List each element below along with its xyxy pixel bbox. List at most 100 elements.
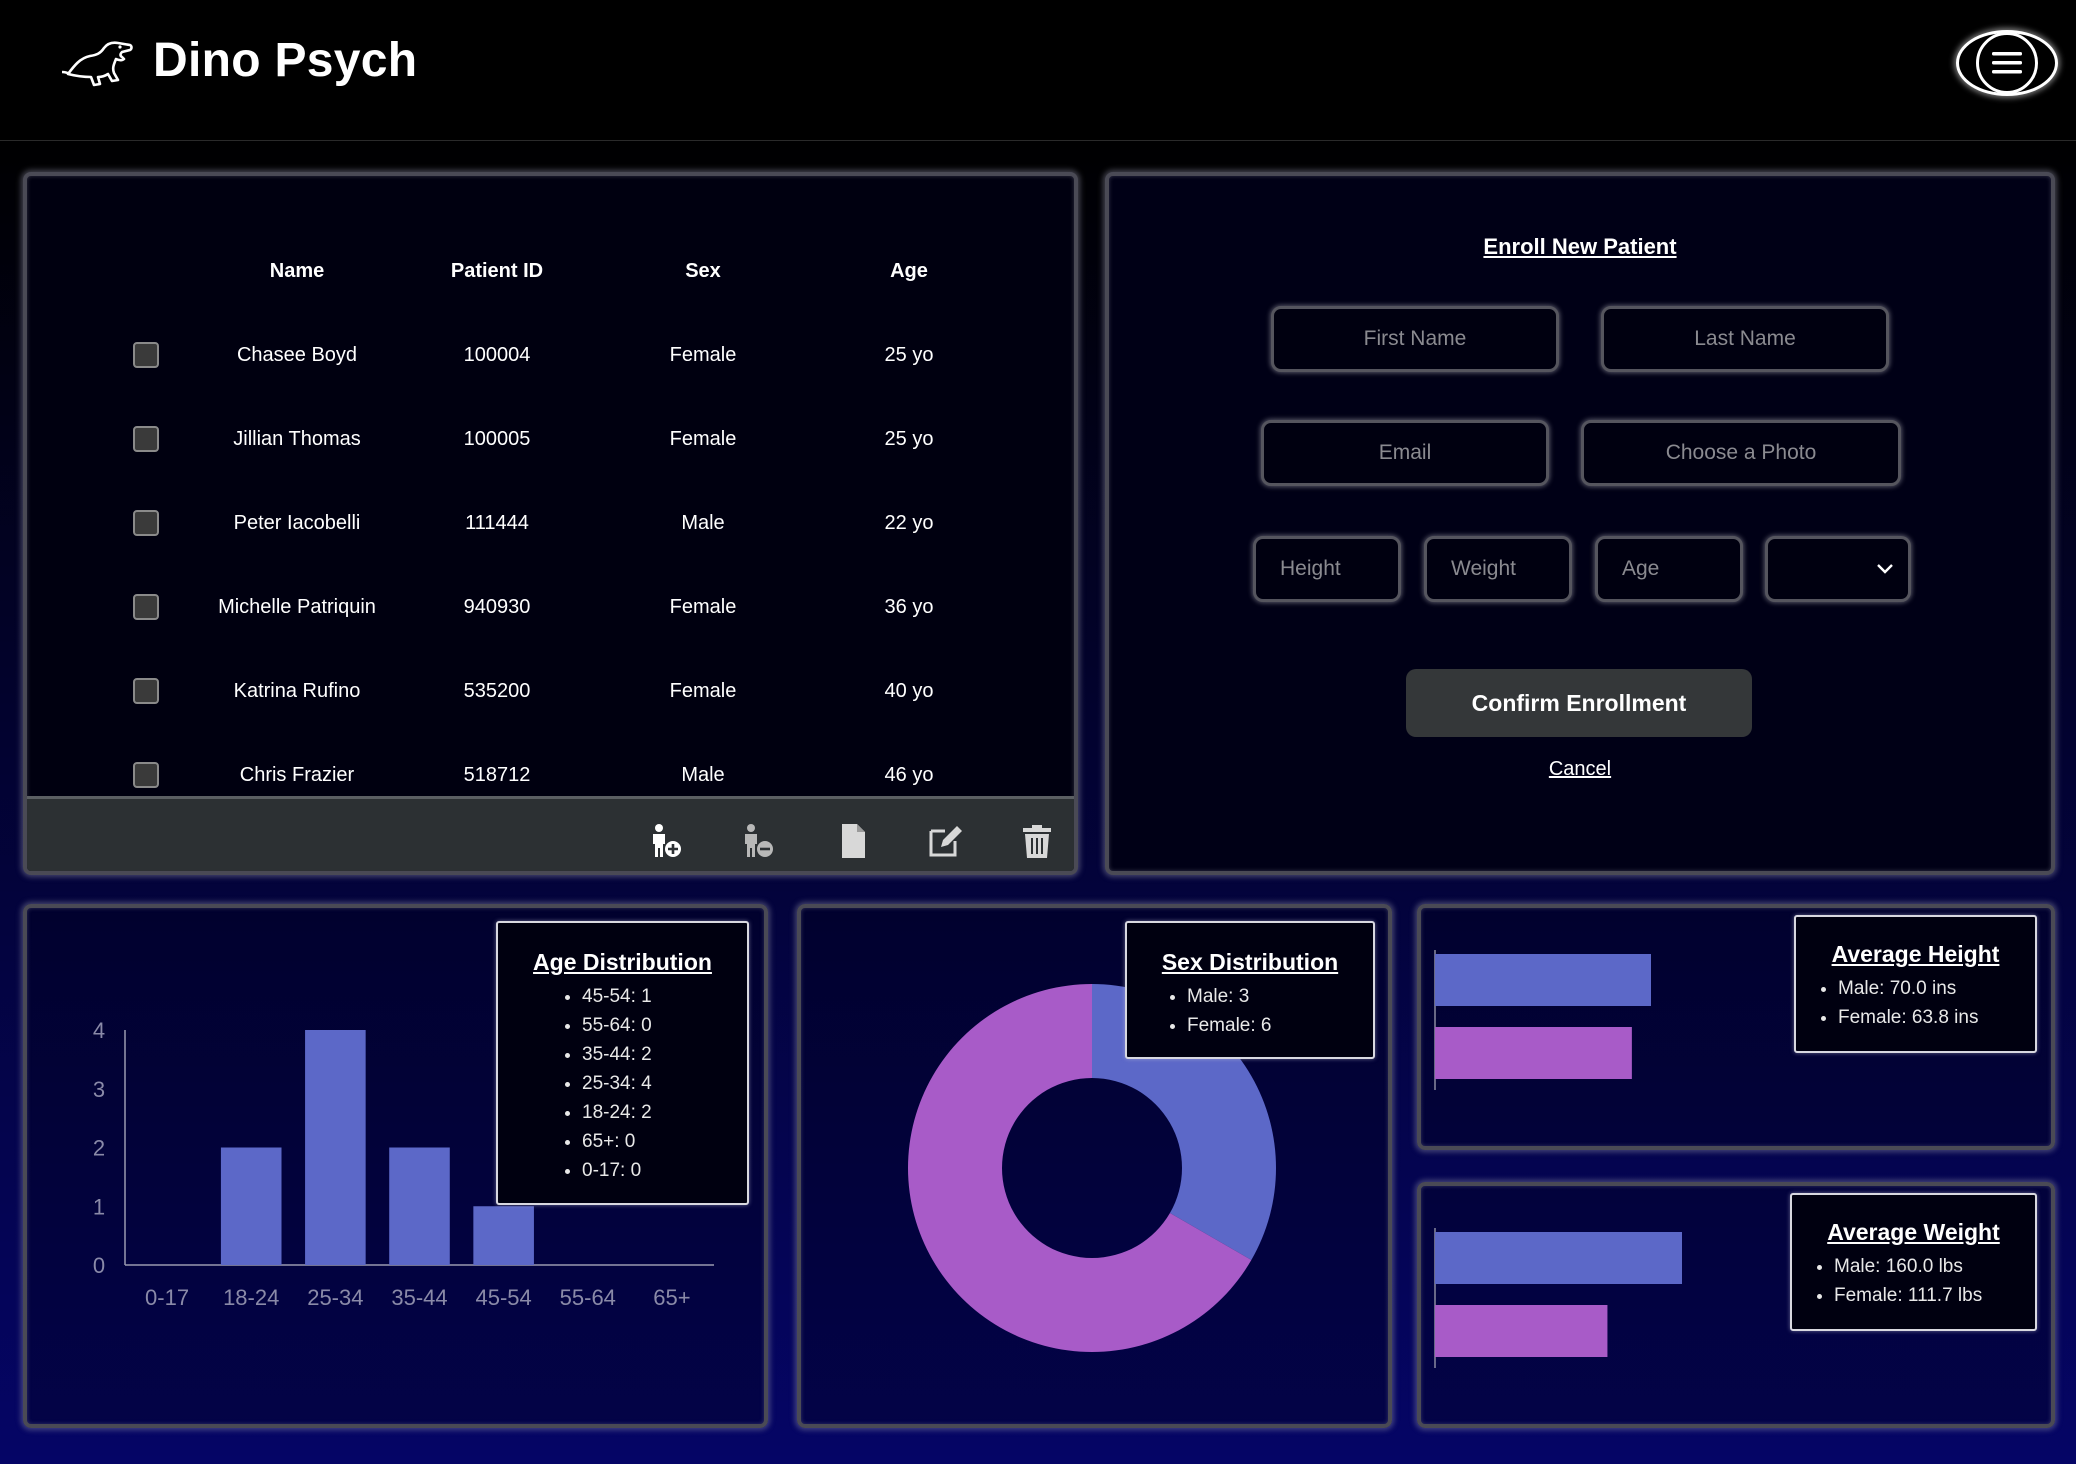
cancel-link[interactable]: Cancel [1109, 758, 2051, 781]
enroll-patient-panel: Enroll New Patient First Name Last Name … [1105, 172, 2055, 875]
last-name-input[interactable]: Last Name [1601, 306, 1889, 372]
patient-sex: Female [669, 344, 737, 366]
email-input[interactable]: Email [1261, 420, 1549, 486]
row-checkbox[interactable] [133, 426, 159, 452]
choose-photo-label: Choose a Photo [1665, 441, 1817, 464]
first-name-placeholder: First Name [1363, 327, 1467, 350]
height-input[interactable]: Height [1253, 536, 1401, 602]
y-tick-label: 4 [93, 1018, 105, 1043]
last-name-placeholder: Last Name [1694, 327, 1796, 350]
weight-legend-title: Average Weight [1827, 1219, 2000, 1245]
email-placeholder: Email [1378, 441, 1432, 464]
weight-legend-list: Male: 160.0 lbs Female: 111.7 lbs [1792, 1252, 2035, 1310]
file-icon[interactable] [835, 823, 871, 859]
patient-id: 100004 [463, 344, 531, 366]
average-weight-panel: Average Weight Male: 160.0 lbs Female: 1… [1417, 1182, 2055, 1428]
first-name-input[interactable]: First Name [1271, 306, 1559, 372]
app-title: Dino Psych [153, 34, 418, 87]
sex-select[interactable] [1765, 536, 1911, 602]
x-tick-label: 55-64 [560, 1285, 616, 1310]
table-row[interactable]: Katrina Rufino 535200 Female 40 yo [27, 678, 1074, 720]
patient-id: 940930 [463, 596, 531, 618]
legend-item: Male: 3 [1187, 982, 1373, 1011]
age-bar-25-34 [305, 1030, 366, 1265]
table-row[interactable]: Jillian Thomas 100005 Female 25 yo [27, 426, 1074, 468]
app-header: Dino Psych [0, 0, 2076, 141]
age-placeholder: Age [1622, 557, 1660, 580]
patient-name: Peter Iacobelli [233, 512, 361, 534]
choose-photo-button[interactable]: Choose a Photo [1581, 420, 1901, 486]
patient-id: 100005 [463, 428, 531, 450]
row-checkbox[interactable] [133, 678, 159, 704]
age-bar-35-44 [389, 1147, 450, 1265]
x-tick-label: 65+ [653, 1285, 690, 1310]
height-legend-box: Average Height Male: 70.0 ins Female: 63… [1794, 915, 2037, 1053]
legend-item: 18-24: 2 [582, 1098, 747, 1127]
patient-age: 22 yo [884, 512, 934, 534]
row-checkbox[interactable] [133, 762, 159, 788]
table-row[interactable]: Chasee Boyd 100004 Female 25 yo [27, 342, 1074, 384]
patient-id: 111444 [465, 512, 529, 534]
column-header-name[interactable]: Name [167, 260, 427, 283]
x-tick-label: 25-34 [307, 1285, 363, 1310]
y-tick-label: 1 [93, 1194, 105, 1219]
patient-age: 46 yo [884, 764, 934, 786]
legend-item: 45-54: 1 [582, 982, 747, 1011]
height-placeholder: Height [1280, 557, 1341, 580]
add-patient-icon[interactable] [647, 823, 683, 859]
age-legend-list: 45-54: 1 55-64: 0 35-44: 2 25-34: 4 18-2… [498, 982, 747, 1185]
patient-sex: Female [669, 680, 737, 702]
table-row[interactable]: Michelle Patriquin 940930 Female 36 yo [27, 594, 1074, 636]
edit-icon[interactable] [927, 823, 963, 859]
legend-item: 65+: 0 [582, 1127, 747, 1156]
row-checkbox[interactable] [133, 342, 159, 368]
cancel-label[interactable]: Cancel [1549, 758, 1611, 780]
sex-legend-list: Male: 3 Female: 6 [1127, 982, 1373, 1040]
patient-name: Jillian Thomas [233, 428, 361, 450]
patient-id: 518712 [463, 764, 531, 786]
legend-item: 25-34: 4 [582, 1069, 747, 1098]
average-height-panel: Average Height Male: 70.0 ins Female: 63… [1417, 904, 2055, 1150]
age-bar-18-24 [220, 1147, 282, 1265]
legend-item: 55-64: 0 [582, 1011, 747, 1040]
bar-female [1435, 1027, 1632, 1079]
y-tick-label: 3 [93, 1077, 105, 1102]
legend-item: Female: 6 [1187, 1011, 1373, 1040]
y-tick-label: 0 [93, 1253, 105, 1278]
legend-item: Male: 160.0 lbs [1834, 1252, 2035, 1281]
table-row[interactable]: Peter Iacobelli 111444 Male 22 yo [27, 510, 1074, 552]
patient-name: Michelle Patriquin [218, 596, 376, 618]
patient-age: 25 yo [884, 344, 934, 366]
height-legend-title: Average Height [1831, 941, 2000, 967]
age-legend-title: Age Distribution [533, 949, 712, 975]
legend-item: Female: 63.8 ins [1838, 1003, 2035, 1032]
legend-item: 35-44: 2 [582, 1040, 747, 1069]
x-tick-label: 18-24 [223, 1285, 279, 1310]
column-header-age[interactable]: Age [809, 260, 1009, 283]
sex-distribution-panel: Sex Distribution Male: 3 Female: 6 [797, 904, 1392, 1428]
row-checkbox[interactable] [133, 510, 159, 536]
age-input[interactable]: Age [1595, 536, 1743, 602]
trash-icon[interactable] [1019, 823, 1055, 859]
menu-button[interactable] [1956, 30, 2058, 96]
confirm-enrollment-button[interactable]: Confirm Enrollment [1406, 669, 1752, 737]
hamburger-icon [1992, 52, 2022, 74]
row-checkbox[interactable] [133, 594, 159, 620]
table-header: Name Patient ID Sex Age [27, 260, 1074, 300]
patient-sex: Male [681, 764, 725, 786]
legend-item: 0-17: 0 [582, 1156, 747, 1185]
sex-legend-title: Sex Distribution [1161, 949, 1339, 975]
patient-sex: Female [669, 596, 737, 618]
bar-female [1435, 1305, 1608, 1357]
column-header-sex[interactable]: Sex [603, 260, 803, 283]
bar-male [1435, 954, 1651, 1006]
enroll-title: Enroll New Patient [1483, 234, 1677, 259]
weight-input[interactable]: Weight [1424, 536, 1572, 602]
chevron-down-icon [1877, 564, 1893, 574]
remove-patient-icon[interactable] [739, 823, 775, 859]
age-bar-45-54 [473, 1206, 534, 1265]
column-header-patient-id[interactable]: Patient ID [397, 260, 597, 283]
weight-placeholder: Weight [1451, 557, 1516, 580]
legend-item: Male: 70.0 ins [1838, 974, 2035, 1003]
patient-name: Chris Frazier [239, 764, 355, 786]
